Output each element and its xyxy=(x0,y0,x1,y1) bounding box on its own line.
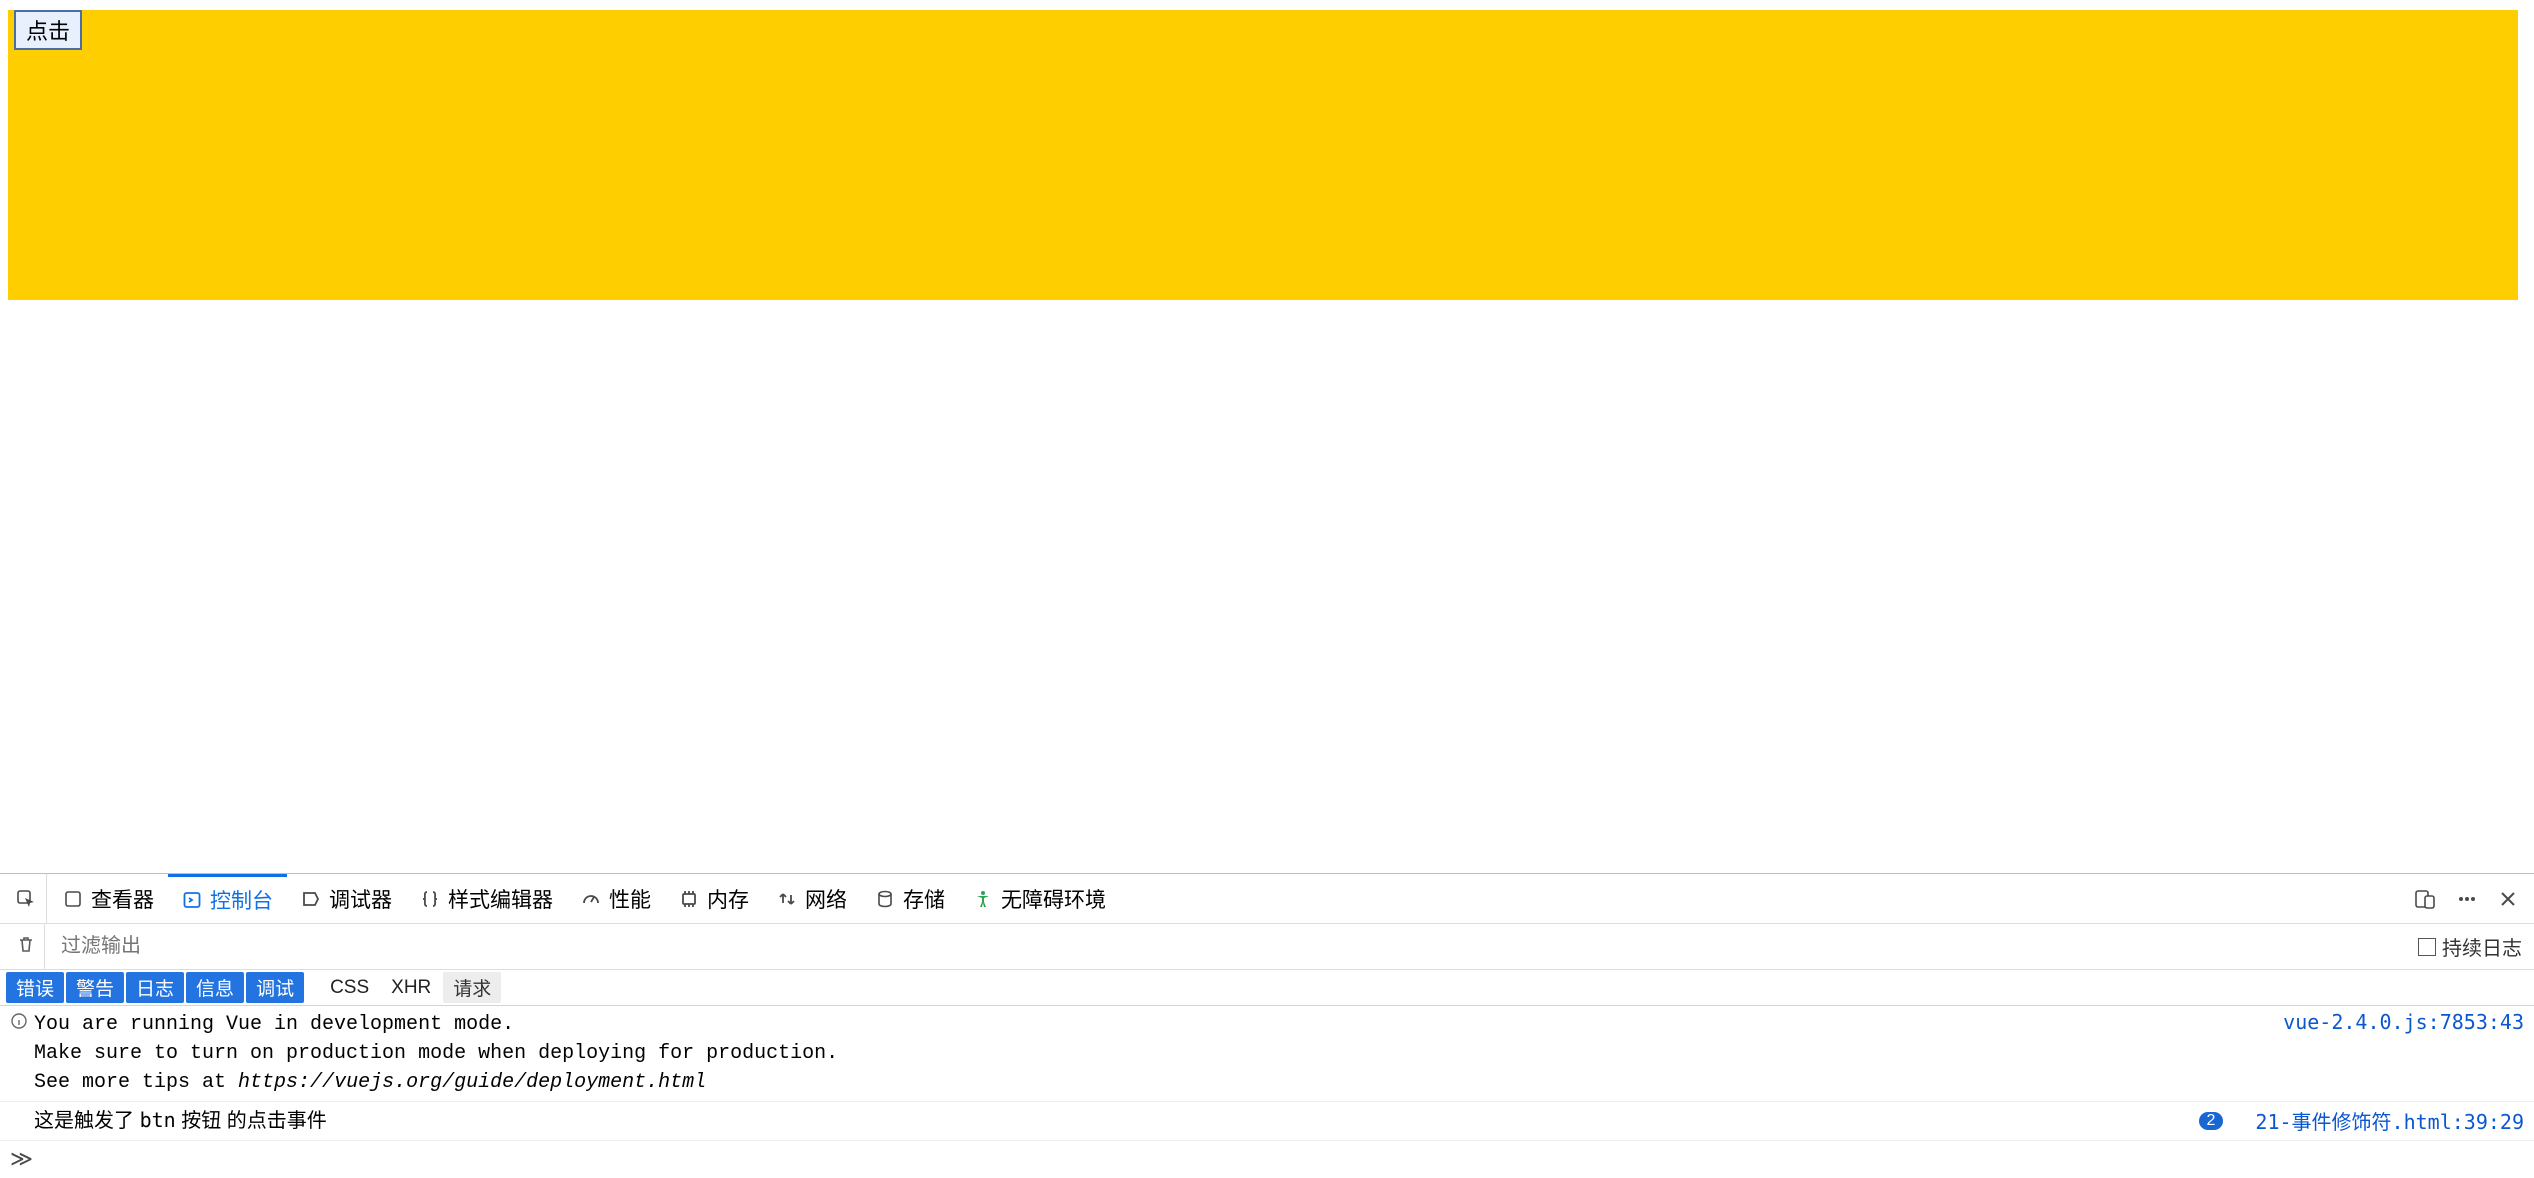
console-level-filters: 错误 警告 日志 信息 调试 CSS XHR 请求 xyxy=(0,970,2534,1006)
clear-console-button[interactable] xyxy=(8,924,45,969)
tab-label: 性能 xyxy=(609,884,651,914)
filter-xhr[interactable]: XHR xyxy=(381,975,441,1001)
persist-label: 持续日志 xyxy=(2442,932,2522,961)
devtools-tab-bar: 查看器 控制台 调试器 样式编辑器 性能 xyxy=(0,874,2534,924)
log-source-link[interactable]: vue-2.4.0.js:7853:43 xyxy=(2263,1010,2524,1034)
console-log-row[interactable]: You are running Vue in development mode.… xyxy=(0,1006,2534,1102)
log-count-badge: 2 xyxy=(2199,1112,2224,1130)
filter-warn[interactable]: 警告 xyxy=(66,972,124,1003)
close-devtools-button[interactable] xyxy=(2488,874,2528,923)
console-log-row[interactable]: 这是触发了 btn 按钮 的点击事件 2 21-事件修饰符.html:39:29 xyxy=(0,1102,2534,1141)
filter-error[interactable]: 错误 xyxy=(6,972,64,1003)
performance-icon xyxy=(581,889,601,909)
tab-label: 存储 xyxy=(903,884,945,914)
close-icon xyxy=(2498,889,2518,909)
tab-label: 调试器 xyxy=(329,884,392,914)
picker-icon xyxy=(16,889,36,909)
app-root-div[interactable] xyxy=(8,10,2518,300)
prompt-icon: ≫ xyxy=(10,1147,33,1172)
log-message: You are running Vue in development mode.… xyxy=(34,1010,2263,1097)
network-icon xyxy=(777,889,797,909)
more-menu-button[interactable] xyxy=(2446,874,2488,923)
tab-label: 查看器 xyxy=(91,884,154,914)
responsive-mode-button[interactable] xyxy=(2404,874,2446,923)
console-log-list: You are running Vue in development mode.… xyxy=(0,1006,2534,1141)
click-button[interactable]: 点击 xyxy=(14,10,82,50)
persist-logs-toggle[interactable]: 持续日志 xyxy=(2414,932,2526,961)
tab-network[interactable]: 网络 xyxy=(763,874,861,923)
memory-icon xyxy=(679,889,699,909)
tab-label: 网络 xyxy=(805,884,847,914)
tab-label: 无障碍环境 xyxy=(1001,884,1106,914)
filter-request[interactable]: 请求 xyxy=(443,972,501,1003)
log-source-link[interactable]: 21-事件修饰符.html:39:29 xyxy=(2235,1106,2524,1135)
checkbox-icon xyxy=(2418,938,2436,956)
tab-storage[interactable]: 存储 xyxy=(861,874,959,923)
inspector-icon xyxy=(63,889,83,909)
tab-label: 样式编辑器 xyxy=(448,884,553,914)
debugger-icon xyxy=(301,889,321,909)
console-icon xyxy=(182,890,202,910)
tab-label: 控制台 xyxy=(210,885,273,915)
page-viewport: 点击 xyxy=(0,0,2534,308)
element-picker-button[interactable] xyxy=(6,874,47,923)
filter-info[interactable]: 信息 xyxy=(186,972,244,1003)
page-blank-area xyxy=(0,308,2534,873)
accessibility-icon xyxy=(973,889,993,909)
console-filter-input[interactable] xyxy=(55,931,2404,962)
tab-memory[interactable]: 内存 xyxy=(665,874,763,923)
tab-debugger[interactable]: 调试器 xyxy=(287,874,406,923)
trash-icon xyxy=(16,934,36,959)
info-icon xyxy=(10,1010,34,1037)
tab-label: 内存 xyxy=(707,884,749,914)
log-message: 这是触发了 btn 按钮 的点击事件 xyxy=(34,1106,2199,1136)
log-icon-blank xyxy=(10,1106,34,1108)
tab-console[interactable]: 控制台 xyxy=(168,874,287,923)
console-filter-bar: 持续日志 xyxy=(0,924,2534,970)
filter-css[interactable]: CSS xyxy=(320,975,379,1001)
tab-performance[interactable]: 性能 xyxy=(567,874,665,923)
more-icon xyxy=(2456,888,2478,910)
filter-debug[interactable]: 调试 xyxy=(246,972,304,1003)
tab-accessibility[interactable]: 无障碍环境 xyxy=(959,874,1120,923)
tab-inspector[interactable]: 查看器 xyxy=(49,874,168,923)
storage-icon xyxy=(875,889,895,909)
responsive-icon xyxy=(2414,888,2436,910)
filter-log[interactable]: 日志 xyxy=(126,972,184,1003)
tab-style-editor[interactable]: 样式编辑器 xyxy=(406,874,567,923)
devtools-panel: 查看器 控制台 调试器 样式编辑器 性能 xyxy=(0,873,2534,1178)
style-icon xyxy=(420,889,440,909)
console-prompt[interactable]: ≫ xyxy=(0,1141,2534,1178)
